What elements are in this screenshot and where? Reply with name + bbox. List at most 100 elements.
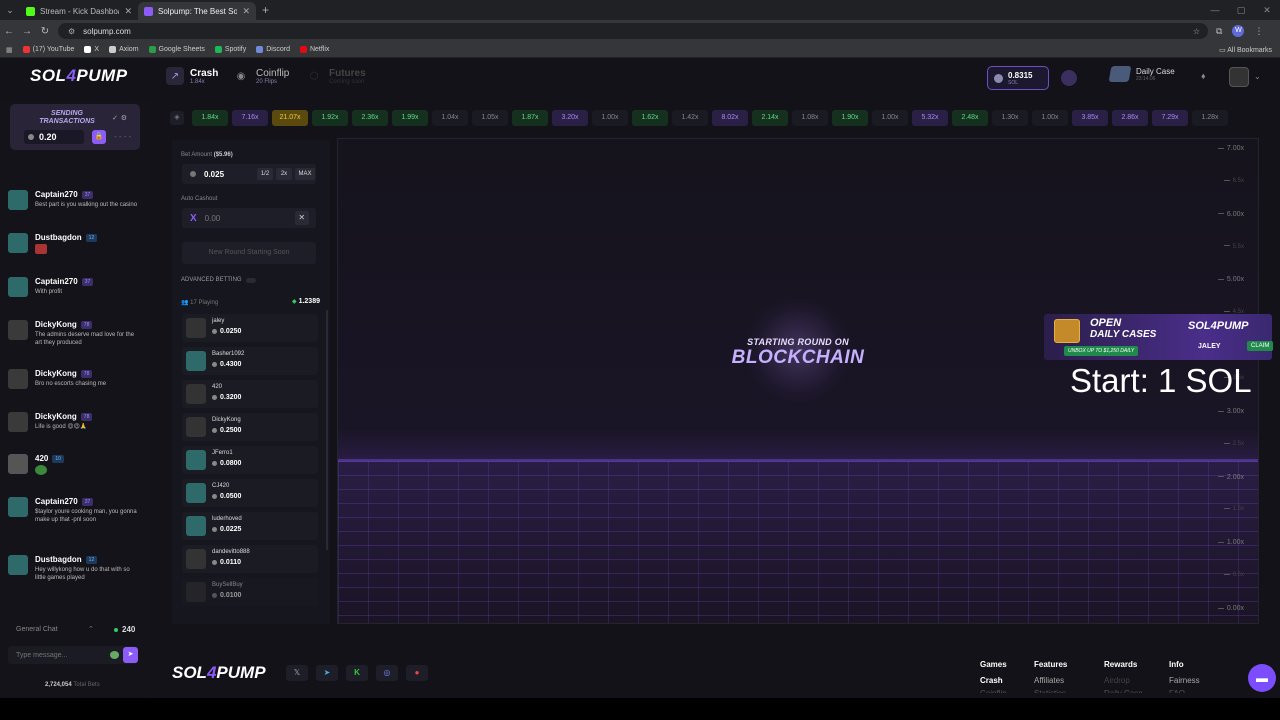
player-row[interactable]: Basher1092 0.4300 bbox=[182, 347, 318, 375]
tab-crash[interactable]: ↗ Crash 1.84x bbox=[166, 67, 218, 85]
gear-icon[interactable]: ⚙ bbox=[121, 114, 127, 122]
chat-room-selector[interactable]: General Chat bbox=[16, 626, 58, 633]
chat-username[interactable]: Captain270 bbox=[35, 497, 78, 506]
multiplier-chip[interactable]: 3.20x bbox=[552, 110, 588, 126]
avatar[interactable] bbox=[8, 190, 28, 210]
auto-cashout-input[interactable]: 0.00 bbox=[205, 214, 295, 223]
rollbit-icon[interactable]: ● bbox=[406, 665, 428, 681]
double-button[interactable]: 2x bbox=[276, 168, 292, 180]
player-row[interactable]: JFerro1 0.0800 bbox=[182, 446, 318, 474]
bookmark-item[interactable]: (17) YouTube bbox=[22, 46, 74, 53]
multiplier-chip[interactable]: 1.84x bbox=[192, 110, 228, 126]
all-bookmarks[interactable]: ▭ All Bookmarks bbox=[1219, 46, 1272, 54]
back-icon[interactable]: ← bbox=[0, 26, 18, 37]
notification-bell-icon[interactable]: ♦ bbox=[1201, 71, 1206, 81]
bookmark-item[interactable]: Discord bbox=[256, 46, 290, 53]
chat-username[interactable]: Captain270 bbox=[35, 277, 78, 286]
players-scrollbar[interactable] bbox=[326, 310, 328, 550]
multiplier-chip[interactable]: 1.04x bbox=[432, 110, 468, 126]
multiplier-chip[interactable]: 2.36x bbox=[352, 110, 388, 126]
clear-icon[interactable]: ✕ bbox=[294, 211, 309, 225]
daily-case-button[interactable]: Daily Case 23:14:06 bbox=[1108, 66, 1175, 82]
footer-link[interactable]: Airdrop bbox=[1104, 676, 1169, 685]
avatar[interactable] bbox=[8, 369, 28, 389]
bookmark-item[interactable]: X bbox=[84, 46, 99, 53]
new-tab-button[interactable]: + bbox=[262, 3, 269, 17]
multiplier-chip[interactable]: 1.05x bbox=[472, 110, 508, 126]
multiplier-chip[interactable]: 1.28x bbox=[1192, 110, 1228, 126]
send-button[interactable]: ➤ bbox=[123, 647, 138, 663]
extensions-icon[interactable]: ⧉ bbox=[1216, 26, 1222, 37]
support-chat-icon[interactable]: ▬ bbox=[1248, 664, 1276, 692]
chat-username[interactable]: Captain270 bbox=[35, 190, 78, 199]
emoji-icon[interactable] bbox=[110, 651, 120, 659]
place-bet-button[interactable]: New Round Starting Soon bbox=[182, 242, 316, 264]
kick-icon[interactable]: K bbox=[346, 665, 368, 681]
player-row[interactable]: DickyKong 0.2500 bbox=[182, 413, 318, 441]
multiplier-chip[interactable]: 3.85x bbox=[1072, 110, 1108, 126]
site-logo[interactable]: SOL4PUMP bbox=[30, 66, 128, 86]
check-icon[interactable]: ✓ bbox=[112, 114, 118, 122]
multiplier-chip[interactable]: 1.87x bbox=[512, 110, 548, 126]
bookmark-item[interactable]: Spotify bbox=[214, 46, 246, 53]
player-row[interactable]: 420 0.3200 bbox=[182, 380, 318, 408]
telegram-icon[interactable]: ➤ bbox=[316, 665, 338, 681]
bet-amount-input[interactable]: 0.025 bbox=[204, 170, 254, 179]
footer-link[interactable]: Daily Case bbox=[1104, 689, 1169, 693]
footer-link[interactable]: Statistics bbox=[1034, 689, 1104, 693]
close-window-icon[interactable]: ✕ bbox=[1254, 0, 1280, 20]
multiplier-chip[interactable]: 5.32x bbox=[912, 110, 948, 126]
chat-username[interactable]: 420 bbox=[35, 454, 48, 463]
bookmark-item[interactable]: Netflix bbox=[299, 46, 329, 53]
chevron-down-icon[interactable]: ⌄ bbox=[1254, 72, 1261, 81]
bookmark-item[interactable]: Google Sheets bbox=[148, 46, 205, 53]
url-field[interactable]: ⚙ solpump.com ☆ bbox=[58, 23, 1208, 39]
multiplier-chip[interactable]: 1.62x bbox=[632, 110, 668, 126]
multiplier-chip[interactable]: 1.99x bbox=[392, 110, 428, 126]
bookmark-item[interactable]: Axiom bbox=[109, 46, 139, 53]
wallet-button[interactable] bbox=[1061, 70, 1077, 86]
player-row[interactable]: jaley 0.0250 bbox=[182, 314, 318, 342]
chat-message-input[interactable] bbox=[16, 651, 96, 659]
tab-coinflip[interactable]: ◉ Coinflip 20 Flips bbox=[232, 67, 290, 85]
player-row[interactable]: dandevitto888 0.0110 bbox=[182, 545, 318, 573]
overlay-claim-button[interactable]: CLAIM bbox=[1247, 341, 1274, 351]
browser-tab[interactable]: Solpump: The Best Solana Cr ✕ bbox=[138, 2, 256, 20]
footer-link[interactable]: Affiliates bbox=[1034, 676, 1104, 685]
multiplier-chip[interactable]: 7.16x bbox=[232, 110, 268, 126]
browser-tab[interactable]: Stream - Kick Dashboard ✕ bbox=[20, 2, 138, 20]
toggle-switch[interactable] bbox=[245, 277, 256, 283]
footer-link[interactable]: Crash bbox=[980, 676, 1034, 685]
close-tab-icon[interactable]: ✕ bbox=[242, 6, 250, 17]
multiplier-chip[interactable]: 8.02x bbox=[712, 110, 748, 126]
multiplier-chip[interactable]: 1.90x bbox=[832, 110, 868, 126]
multiplier-chip[interactable]: 1.00x bbox=[592, 110, 628, 126]
avatar[interactable] bbox=[8, 454, 28, 474]
chat-username[interactable]: DickyKong bbox=[35, 412, 77, 421]
avatar[interactable] bbox=[8, 320, 28, 340]
forward-icon[interactable]: → bbox=[18, 26, 36, 37]
avatar[interactable] bbox=[8, 233, 28, 253]
footer-link[interactable]: Coinflip bbox=[980, 689, 1034, 693]
avatar[interactable] bbox=[8, 277, 28, 297]
chat-username[interactable]: DickyKong bbox=[35, 369, 77, 378]
apps-grid-icon[interactable]: ▦ bbox=[6, 46, 13, 54]
multiplier-chip[interactable]: 1.00x bbox=[872, 110, 908, 126]
reload-icon[interactable]: ↻ bbox=[36, 26, 54, 37]
browser-menu-icon[interactable]: ⋮ bbox=[1254, 26, 1263, 37]
multiplier-chip[interactable]: 2.14x bbox=[752, 110, 788, 126]
footer-link[interactable]: Fairness bbox=[1169, 676, 1209, 685]
multiplier-chip[interactable]: 21.07x bbox=[272, 110, 308, 126]
multiplier-chip[interactable]: 1.00x bbox=[1032, 110, 1068, 126]
history-shield-icon[interactable]: ◈ bbox=[170, 111, 184, 125]
chevron-up-icon[interactable]: ⌃ bbox=[88, 625, 94, 633]
max-button[interactable]: MAX bbox=[295, 168, 315, 180]
half-button[interactable]: 1/2 bbox=[257, 168, 273, 180]
footer-logo[interactable]: SOL4PUMP bbox=[172, 663, 266, 683]
close-tab-icon[interactable]: ✕ bbox=[124, 6, 132, 17]
multiplier-chip[interactable]: 1.42x bbox=[672, 110, 708, 126]
balance-display[interactable]: 0.8315 SOL bbox=[987, 66, 1049, 90]
multiplier-chip[interactable]: 2.86x bbox=[1112, 110, 1148, 126]
minimize-icon[interactable]: — bbox=[1202, 0, 1228, 20]
multiplier-chip[interactable]: 2.48x bbox=[952, 110, 988, 126]
